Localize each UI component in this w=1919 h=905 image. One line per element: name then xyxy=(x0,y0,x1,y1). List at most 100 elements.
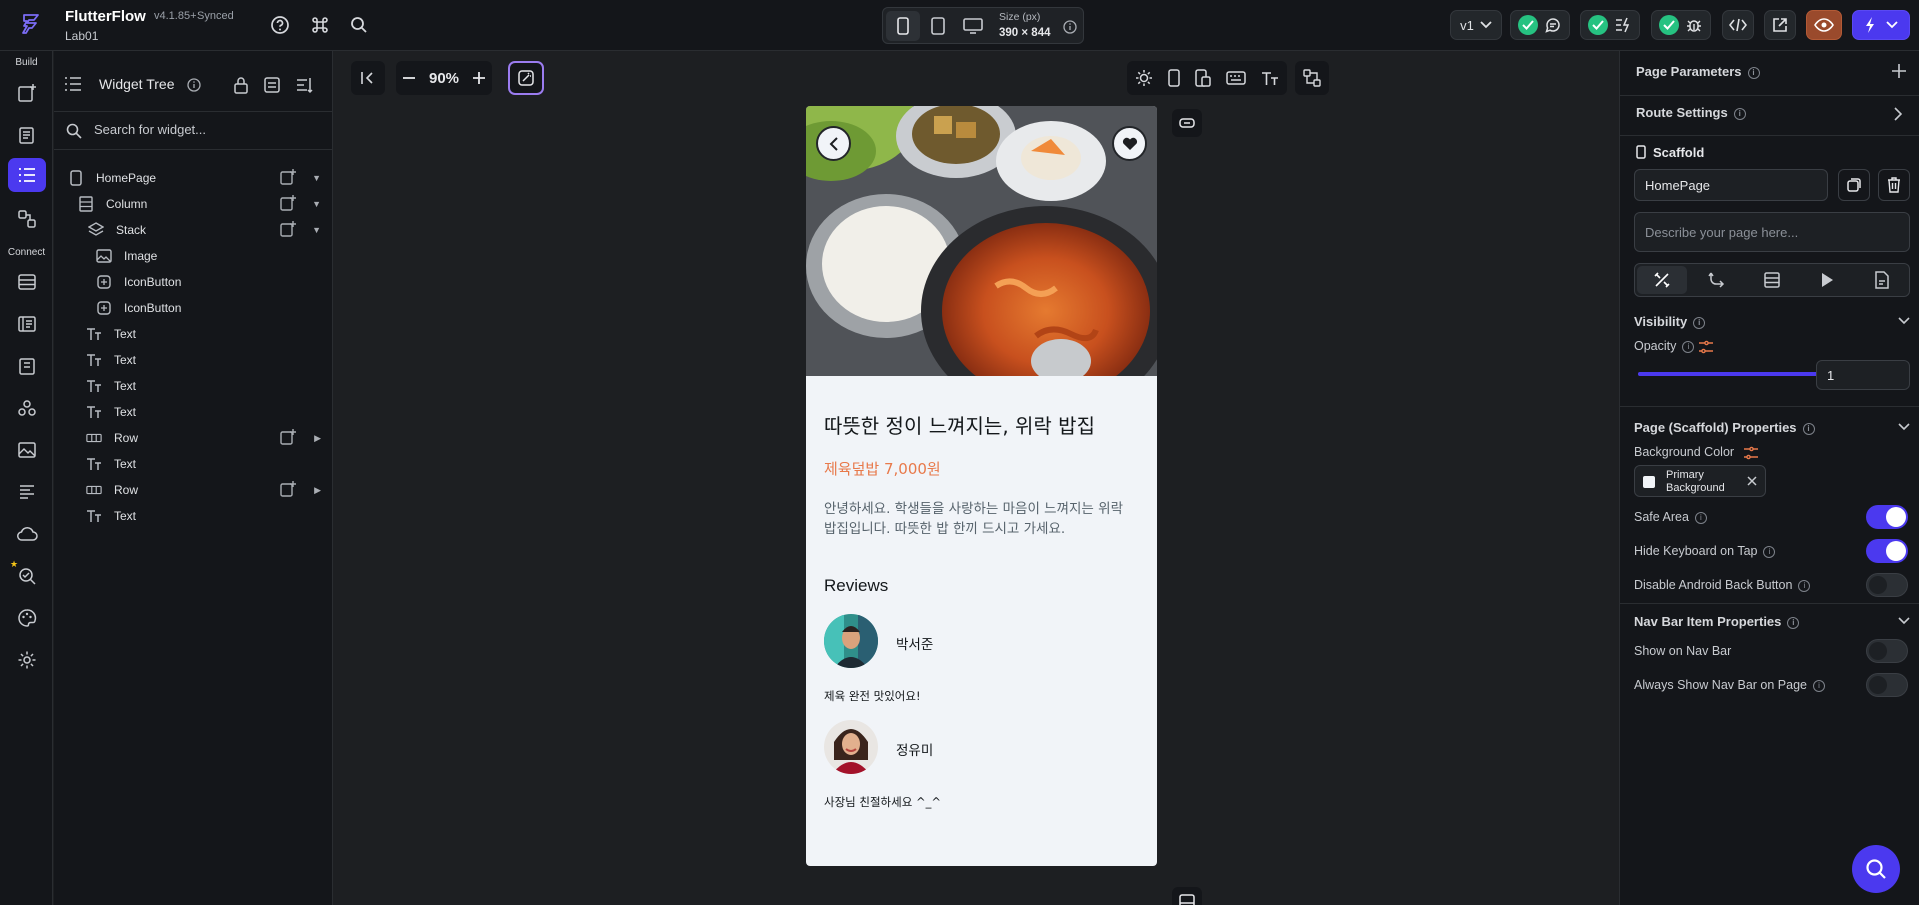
widget-tree-nav[interactable] xyxy=(0,158,53,192)
tab-properties[interactable] xyxy=(1637,266,1687,294)
help-search-button[interactable] xyxy=(1852,845,1900,893)
sun-icon[interactable] xyxy=(1135,69,1153,87)
add-child-icon[interactable] xyxy=(279,194,299,214)
opacity-input[interactable]: 1 xyxy=(1816,360,1910,390)
size-value[interactable]: 390 × 844 xyxy=(999,27,1050,39)
favorite-button[interactable] xyxy=(1112,126,1147,161)
custom-code-nav[interactable] xyxy=(0,391,53,425)
help-icon[interactable] xyxy=(264,9,296,41)
tab-state[interactable] xyxy=(1747,266,1797,294)
tree-node-stack[interactable]: Stack ▼ xyxy=(88,217,333,243)
run-button[interactable] xyxy=(1852,10,1910,40)
info-icon[interactable]: i xyxy=(1787,616,1800,629)
preview-button[interactable] xyxy=(1806,10,1842,40)
info-icon[interactable]: i xyxy=(1693,316,1706,329)
ai-gen-button[interactable] xyxy=(508,61,544,95)
size-info-icon[interactable] xyxy=(1063,20,1077,34)
info-icon[interactable]: i xyxy=(1747,66,1760,79)
widget-search-input[interactable]: Search for widget... xyxy=(94,122,206,137)
debug-status-button[interactable] xyxy=(1651,10,1711,40)
mobile-frame-icon[interactable] xyxy=(1168,69,1180,87)
tree-node-text-2[interactable]: Text xyxy=(86,347,333,373)
command-icon[interactable] xyxy=(304,9,336,41)
delete-page-button[interactable] xyxy=(1878,169,1910,201)
caret-down-icon[interactable]: ▼ xyxy=(312,173,321,183)
collapse-panel-button[interactable] xyxy=(351,61,385,95)
disable-back-toggle[interactable] xyxy=(1866,573,1908,597)
chevron-right-icon[interactable] xyxy=(1894,107,1902,121)
tree-node-text-5[interactable]: Text xyxy=(86,451,333,477)
bottom-bar-toggle[interactable] xyxy=(1172,887,1202,905)
info-icon[interactable]: i xyxy=(1813,679,1826,692)
code-button[interactable] xyxy=(1722,10,1754,40)
show-on-nav-toggle[interactable] xyxy=(1866,639,1908,663)
info-icon[interactable]: i xyxy=(1802,422,1815,435)
caret-down-icon[interactable]: ▼ xyxy=(312,225,321,235)
zoom-in-button[interactable] xyxy=(466,72,492,84)
cloud-nav[interactable] xyxy=(0,517,53,551)
app-state-nav[interactable] xyxy=(0,349,53,383)
desktop-device-button[interactable] xyxy=(956,11,990,41)
collapse-all-icon[interactable] xyxy=(263,76,281,94)
theme-nav[interactable] xyxy=(0,475,53,509)
opacity-slider-track[interactable] xyxy=(1638,367,1831,381)
tree-node-text-6[interactable]: Text xyxy=(86,503,333,529)
info-icon[interactable]: i xyxy=(1733,107,1746,120)
widget-tree-info-icon[interactable] xyxy=(187,78,201,92)
add-child-icon[interactable] xyxy=(279,428,299,448)
zoom-level[interactable]: 90% xyxy=(422,70,466,87)
chevron-down-icon[interactable] xyxy=(1898,317,1910,325)
visibility-section[interactable]: Visibility i xyxy=(1634,314,1706,329)
lock-icon[interactable] xyxy=(233,76,249,94)
media-assets-nav[interactable] xyxy=(0,433,53,467)
back-button[interactable] xyxy=(816,126,851,161)
page-description-input[interactable]: Describe your page here... xyxy=(1634,212,1910,252)
tree-node-row-2[interactable]: Row ▶ xyxy=(86,477,333,503)
tree-node-homepage[interactable]: HomePage ▼ xyxy=(68,165,333,191)
tree-node-text-4[interactable]: Text xyxy=(86,399,333,425)
clear-color-icon[interactable] xyxy=(1747,476,1757,486)
add-child-icon[interactable] xyxy=(279,220,299,240)
caret-right-icon[interactable]: ▶ xyxy=(314,433,321,444)
actions-status-button[interactable] xyxy=(1580,10,1640,40)
components-nav[interactable] xyxy=(0,202,53,236)
api-nav[interactable] xyxy=(0,307,53,341)
caret-right-icon[interactable]: ▶ xyxy=(314,485,321,496)
safe-area-toggle[interactable] xyxy=(1866,505,1908,529)
chevron-down-icon[interactable] xyxy=(1898,423,1910,431)
keyboard-icon[interactable] xyxy=(1226,71,1246,85)
variable-link-icon[interactable] xyxy=(1743,446,1759,460)
food-image[interactable] xyxy=(806,106,1157,376)
tree-node-row-1[interactable]: Row ▶ xyxy=(86,425,333,451)
layout-tree-button[interactable] xyxy=(1295,61,1329,95)
search-icon[interactable] xyxy=(343,9,375,41)
tree-node-iconbutton-1[interactable]: IconButton xyxy=(96,269,333,295)
add-widget-nav[interactable] xyxy=(0,76,53,110)
mobile-device-button[interactable] xyxy=(886,11,920,41)
info-icon[interactable]: i xyxy=(1763,545,1776,558)
always-show-nav-toggle[interactable] xyxy=(1866,673,1908,697)
text-size-icon[interactable] xyxy=(1261,70,1279,86)
filter-icon[interactable] xyxy=(295,76,315,94)
project-name[interactable]: Lab01 xyxy=(65,29,98,43)
tree-node-text-1[interactable]: Text xyxy=(86,321,333,347)
comments-status-button[interactable] xyxy=(1510,10,1570,40)
testing-nav[interactable] xyxy=(0,559,53,593)
hide-keyboard-toggle[interactable] xyxy=(1866,539,1908,563)
pages-nav[interactable] xyxy=(0,118,53,152)
info-icon[interactable]: i xyxy=(1798,579,1811,592)
chevron-down-icon[interactable] xyxy=(1898,617,1910,625)
duplicate-page-button[interactable] xyxy=(1838,169,1870,201)
settings-integrations-nav[interactable] xyxy=(0,601,53,635)
settings-nav[interactable] xyxy=(0,643,53,677)
background-color-picker[interactable]: Primary Background xyxy=(1634,465,1766,497)
tab-backend-query[interactable] xyxy=(1692,266,1742,294)
branch-selector[interactable]: v1 xyxy=(1450,10,1502,40)
responsive-icon[interactable] xyxy=(1195,69,1211,87)
info-icon[interactable]: i xyxy=(1682,340,1695,353)
zoom-out-button[interactable] xyxy=(396,77,422,79)
add-parameter-button[interactable] xyxy=(1892,64,1906,78)
flutterflow-logo-icon[interactable] xyxy=(18,11,44,37)
scaffold-properties-section[interactable]: Page (Scaffold) Properties i xyxy=(1634,420,1815,435)
tab-actions[interactable] xyxy=(1802,266,1852,294)
